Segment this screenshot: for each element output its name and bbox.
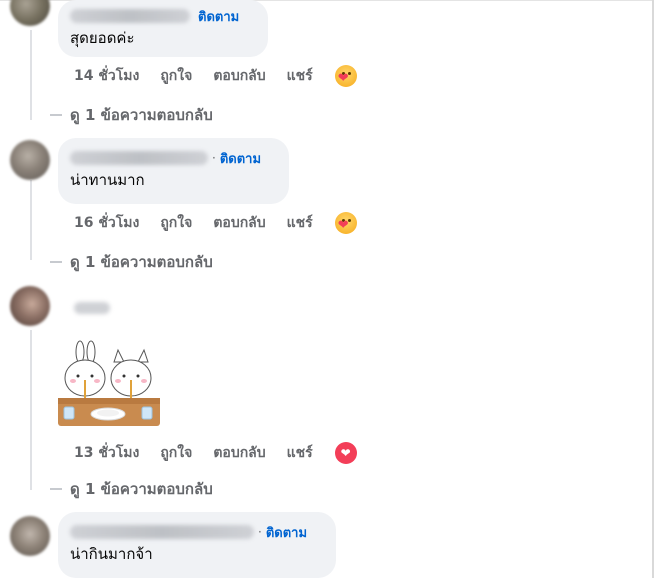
redacted-author-name[interactable] bbox=[70, 9, 190, 23]
reply-branch-line bbox=[50, 261, 62, 263]
follow-button[interactable]: ติดตาม bbox=[220, 148, 261, 169]
comment-text: สุดยอดค่ะ bbox=[70, 29, 135, 47]
view-replies-label: ดู 1 ข้อความตอบกลับ bbox=[70, 480, 213, 498]
comment-bubble: · ติดตาม น่าทานมาก bbox=[58, 138, 289, 204]
comment-actions: 14 ชั่วโมง ถูกใจ ตอบกลับ แชร์ bbox=[74, 65, 357, 87]
separator-dot: · bbox=[258, 525, 262, 539]
comment-text: น่ากินมากจ้า bbox=[70, 545, 153, 563]
follow-button[interactable]: ติดตาม bbox=[266, 522, 307, 543]
redacted-author-name[interactable] bbox=[74, 302, 110, 314]
separator-dot: · bbox=[212, 151, 216, 165]
view-replies-label: ดู 1 ข้อความตอบกลับ bbox=[70, 106, 213, 124]
share-button[interactable]: แชร์ bbox=[287, 65, 313, 87]
timestamp[interactable]: 14 ชั่วโมง bbox=[74, 65, 139, 87]
like-button[interactable]: ถูกใจ bbox=[160, 442, 192, 464]
comment-bubble: · ติดตาม น่ากินมากจ้า bbox=[58, 512, 336, 578]
redacted-author-name[interactable] bbox=[70, 151, 208, 165]
share-button[interactable]: แชร์ bbox=[287, 212, 313, 234]
share-button[interactable]: แชร์ bbox=[287, 442, 313, 464]
thread-line bbox=[30, 30, 32, 120]
comment-header: · ติดตาม bbox=[70, 148, 277, 168]
like-button[interactable]: ถูกใจ bbox=[160, 212, 192, 234]
comment-header: ติดตาม bbox=[70, 6, 256, 26]
comment-bubble: ติดตาม สุดยอดค่ะ bbox=[58, 0, 268, 57]
avatar[interactable] bbox=[10, 140, 50, 180]
comment-actions: 16 ชั่วโมง ถูกใจ ตอบกลับ แชร์ bbox=[74, 212, 357, 234]
avatar[interactable] bbox=[10, 286, 50, 326]
view-replies-label: ดู 1 ข้อความตอบกลับ bbox=[70, 253, 213, 271]
care-reaction-icon[interactable] bbox=[334, 65, 357, 87]
view-replies-link[interactable]: ดู 1 ข้อความตอบกลับ bbox=[50, 105, 213, 125]
avatar[interactable] bbox=[10, 516, 50, 556]
comment-header: · ติดตาม bbox=[70, 522, 324, 542]
comment-text: น่าทานมาก bbox=[70, 171, 145, 189]
like-button[interactable]: ถูกใจ bbox=[160, 65, 192, 87]
reply-button[interactable]: ตอบกลับ bbox=[213, 65, 265, 87]
thread-line bbox=[30, 330, 32, 490]
avatar[interactable] bbox=[10, 0, 50, 26]
timestamp[interactable]: 16 ชั่วโมง bbox=[74, 212, 139, 234]
timestamp[interactable]: 13 ชั่วโมง bbox=[74, 442, 139, 464]
reply-button[interactable]: ตอบกลับ bbox=[213, 212, 265, 234]
reply-branch-line bbox=[50, 114, 62, 116]
reply-branch-line bbox=[50, 488, 62, 490]
care-reaction-icon[interactable] bbox=[334, 212, 357, 234]
comment-actions: 13 ชั่วโมง ถูกใจ ตอบกลับ แชร์ ❤ bbox=[74, 442, 357, 464]
bunny-cat-dinner-sticker-icon[interactable] bbox=[58, 340, 160, 426]
view-replies-link[interactable]: ดู 1 ข้อความตอบกลับ bbox=[50, 479, 213, 499]
love-reaction-icon[interactable]: ❤ bbox=[334, 442, 357, 464]
view-replies-link[interactable]: ดู 1 ข้อความตอบกลับ bbox=[50, 252, 213, 272]
reply-button[interactable]: ตอบกลับ bbox=[213, 442, 265, 464]
redacted-author-name[interactable] bbox=[70, 525, 254, 539]
follow-button[interactable]: ติดตาม bbox=[198, 6, 239, 27]
thread-line bbox=[30, 180, 32, 260]
